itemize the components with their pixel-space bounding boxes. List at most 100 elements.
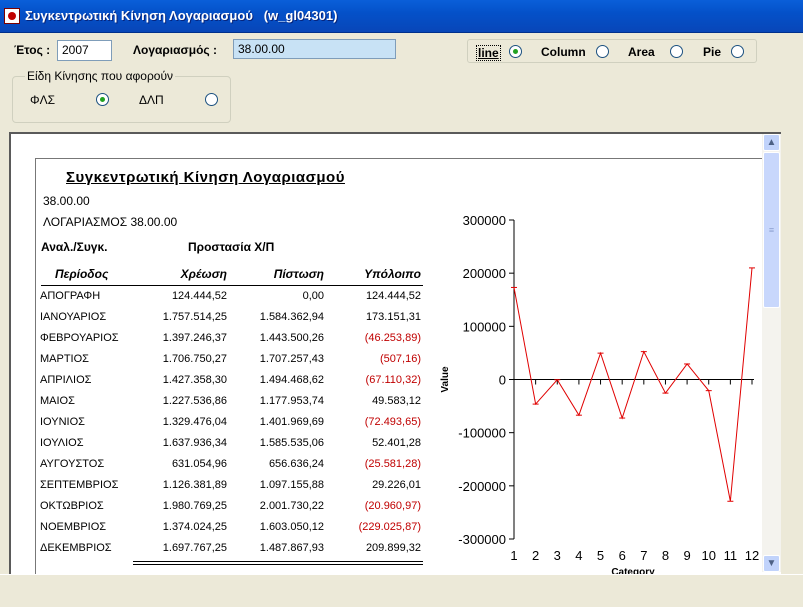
cell-period: ΔΕΚΕΜΒΡΙΟΣ	[40, 542, 112, 554]
option-fls-radio[interactable]	[96, 93, 109, 106]
cell-period: ΜΑΡΤΙΟΣ	[40, 353, 89, 365]
cell-debit: 1.126.381,89	[162, 479, 227, 491]
cell-period: ΑΥΓΟΥΣΤΟΣ	[40, 458, 105, 470]
year-label: Έτος :	[14, 43, 51, 57]
cell-debit: 631.054,96	[171, 458, 227, 470]
status-area	[0, 574, 803, 607]
x-tick-label: 5	[597, 548, 604, 563]
x-tick-label: 6	[619, 548, 626, 563]
anal-value: Προστασία Χ/Π	[188, 240, 275, 254]
cell-period: ΦΕΒΡΟΥΑΡΙΟΣ	[40, 332, 119, 344]
cell-debit: 1.374.024,25	[162, 521, 227, 533]
vertical-scrollbar[interactable]: ▲ ≡ ▼	[762, 134, 781, 572]
option-dlp-radio[interactable]	[205, 93, 218, 106]
cell-balance: 209.899,32	[365, 542, 421, 554]
title-bar: Συγκεντρωτική Κίνηση Λογαριασμού (w_gl04…	[0, 0, 803, 33]
report-title: Συγκεντρωτική Κίνηση Λογαριασμού	[66, 169, 345, 186]
cell-period: ΙΑΝΟΥΑΡΙΟΣ	[40, 311, 107, 323]
cell-period: ΝΟΕΜΒΡΙΟΣ	[40, 521, 107, 533]
anal-label: Αναλ./Συγκ.	[41, 240, 108, 254]
report-account-line: ΛΟΓΑΡΙΑΣΜΟΣ 38.00.00	[43, 215, 178, 229]
app-icon[interactable]	[4, 8, 20, 24]
option-fls-label: ΦΛΣ	[30, 93, 56, 107]
cell-debit: 1.706.750,27	[162, 353, 227, 365]
cell-period: ΑΠΟΓΡΑΦΗ	[40, 290, 101, 302]
cell-debit: 1.329.476,04	[162, 416, 227, 428]
year-field[interactable]: 2007	[57, 40, 112, 61]
scroll-up-button[interactable]: ▲	[763, 134, 780, 151]
cell-debit: 1.427.358,30	[162, 374, 227, 386]
x-tick-label: 3	[554, 548, 561, 563]
cell-period: ΙΟΥΛΙΟΣ	[40, 437, 84, 449]
cell-debit: 1.397.246,37	[162, 332, 227, 344]
cell-credit: 2.001.730,22	[259, 500, 324, 512]
cell-balance: 52.401,28	[372, 437, 421, 449]
chart-type-line-radio[interactable]	[509, 45, 522, 58]
x-tick-label: 1	[510, 548, 517, 563]
x-tick-label: 7	[640, 548, 647, 563]
cell-credit: 1.097.155,88	[259, 479, 324, 491]
cell-balance: (20.960,97)	[364, 500, 421, 512]
y-tick-label: 0	[499, 373, 506, 388]
cell-balance: 29.226,01	[372, 479, 421, 491]
option-dlp-label: ΔΛΠ	[139, 93, 164, 107]
cell-period: ΙΟΥΝΙΟΣ	[40, 416, 85, 428]
cell-credit: 1.401.969,69	[259, 416, 324, 428]
series-line	[513, 267, 753, 502]
y-tick-label: -100000	[458, 426, 506, 441]
x-tick-label: 8	[662, 548, 669, 563]
x-tick-label: 2	[532, 548, 539, 563]
cell-debit: 1.697.767,25	[162, 542, 227, 554]
cell-credit: 1.494.468,62	[259, 374, 324, 386]
y-tick-label: 300000	[463, 213, 506, 228]
chart-type-pie-radio[interactable]	[731, 45, 744, 58]
cell-credit: 1.603.050,12	[259, 521, 324, 533]
movement-types-title: Είδη Κίνησης που αφορούν	[25, 69, 176, 83]
cell-balance: (25.581,28)	[364, 458, 421, 470]
chart-type-area-radio[interactable]	[670, 45, 683, 58]
x-tick-label: 9	[683, 548, 690, 563]
cell-balance: 124.444,52	[365, 290, 421, 302]
cell-debit: 124.444,52	[171, 290, 227, 302]
cell-debit: 1.980.769,25	[162, 500, 227, 512]
x-tick-label: 4	[575, 548, 582, 563]
chart-type-area-label[interactable]: Area	[628, 45, 655, 59]
cell-period: ΜΑΙΟΣ	[40, 395, 75, 407]
cell-credit: 656.636,24	[268, 458, 324, 470]
y-tick-label: 200000	[463, 266, 506, 281]
col-debit: Χρέωση	[180, 267, 227, 281]
account-field[interactable]: 38.00.00	[233, 39, 396, 59]
cell-credit: 1.177.953,74	[259, 395, 324, 407]
scroll-down-button[interactable]: ▼	[763, 555, 780, 572]
chart-type-column-radio[interactable]	[596, 45, 609, 58]
cell-debit: 1.757.514,25	[162, 311, 227, 323]
cell-credit: 0,00	[302, 290, 324, 302]
cell-balance: 49.583,12	[372, 395, 421, 407]
y-axis-label: Value	[440, 366, 451, 393]
x-tick-label: 10	[701, 548, 715, 563]
chart-type-pie-label[interactable]: Pie	[703, 45, 721, 59]
y-tick-label: -200000	[458, 479, 506, 494]
col-credit: Πίστωση	[273, 267, 324, 281]
x-tick-label: 12	[745, 548, 759, 563]
chart-type-line-label[interactable]: line	[476, 45, 501, 61]
cell-balance: (67.110,32)	[365, 374, 421, 386]
window-title: Συγκεντρωτική Κίνηση Λογαριασμού (w_gl04…	[25, 8, 338, 23]
scroll-thumb[interactable]: ≡	[763, 152, 780, 308]
total-rule-top	[133, 561, 423, 562]
y-tick-label: -300000	[458, 532, 506, 547]
cell-period: ΟΚΤΩΒΡΙΟΣ	[40, 500, 104, 512]
col-period: Περίοδος	[55, 267, 109, 281]
report-account-code: 38.00.00	[43, 194, 90, 208]
header-rule	[41, 285, 423, 286]
cell-balance: 173.151,31	[365, 311, 421, 323]
x-axis-label: Category	[611, 567, 655, 574]
cell-credit: 1.584.362,94	[259, 311, 324, 323]
cell-credit: 1.707.257,43	[259, 353, 324, 365]
cell-debit: 1.227.536,86	[162, 395, 227, 407]
col-balance: Υπόλοιπο	[364, 267, 421, 281]
chart-type-column-label[interactable]: Column	[541, 45, 586, 59]
total-rule-bottom	[133, 564, 423, 565]
x-tick-label: 11	[724, 548, 738, 563]
cell-debit: 1.637.936,34	[162, 437, 227, 449]
